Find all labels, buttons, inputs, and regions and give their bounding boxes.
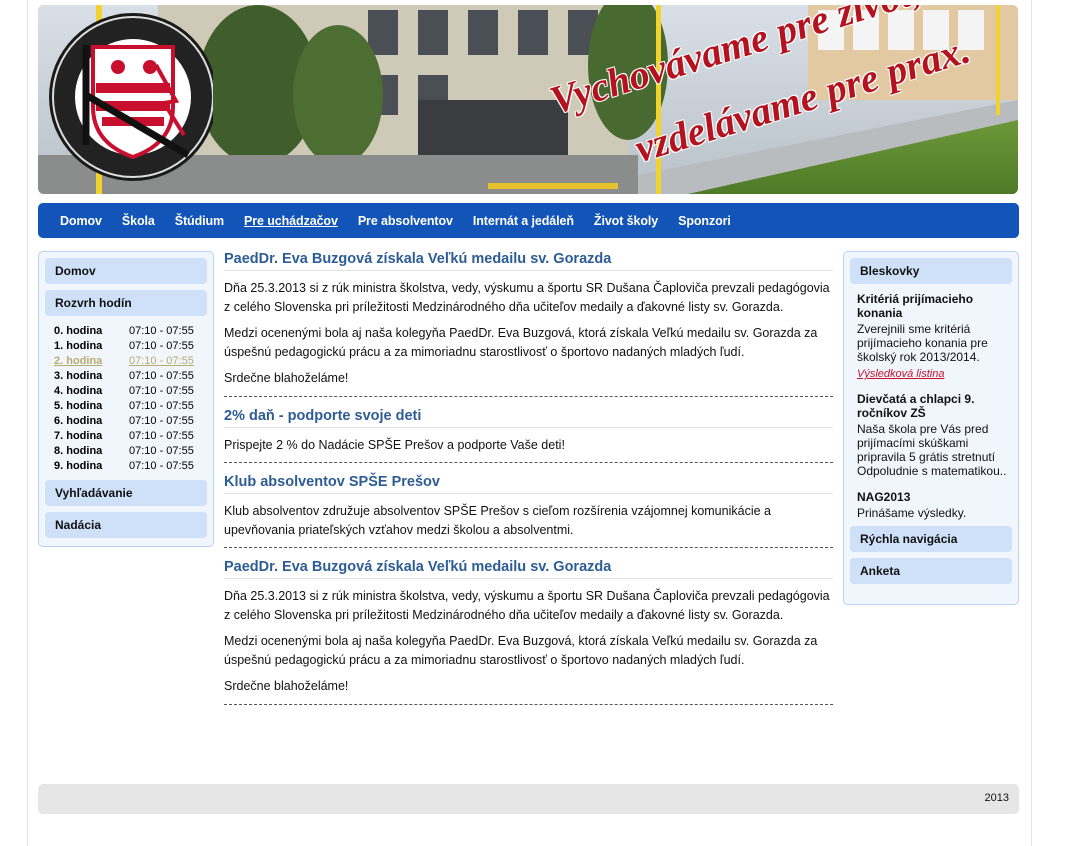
schedule-time: 07:10 - 07:55 (129, 460, 194, 472)
schedule-row: 8. hodina 07:10 - 07:55 (54, 444, 213, 459)
article-paragraph: Srdečne blahoželáme! (224, 371, 349, 385)
article-paragraph: Dňa 25.3.2013 si z rúk ministra školstva… (224, 281, 830, 314)
schedule-row-current[interactable]: 2. hodina 07:10 - 07:55 (54, 354, 213, 369)
schedule-row: 3. hodina 07:10 - 07:55 (54, 369, 213, 384)
nav-item-studium[interactable]: Štúdium (175, 214, 224, 228)
schedule-row: 0. hodina 07:10 - 07:55 (54, 324, 213, 339)
schedule-time: 07:10 - 07:55 (129, 355, 194, 367)
news-item-title: NAG2013 (857, 490, 911, 504)
schedule-hour: 5. hodina (54, 400, 103, 412)
news-item-body: Prinášame výsledky. (857, 506, 967, 520)
news-item: Kritériá prijímacieho konania Zverejnili… (857, 292, 1010, 380)
header-banner: Vychovávame pre život, vzdelávame pre pr… (38, 5, 1018, 194)
school-logo-icon (49, 13, 213, 181)
article-title[interactable]: PaedDr. Eva Buzgová získala Veľkú medail… (224, 556, 833, 579)
schedule-hour: 2. hodina (54, 355, 103, 367)
schedule-hour: 7. hodina (54, 430, 103, 442)
article-paragraph: Klub absolventov združuje absolventov SP… (224, 504, 771, 537)
footer-year: 2013 (984, 792, 1009, 804)
article: 2% daň - podporte svoje deti Prispejte 2… (224, 405, 833, 463)
article-title[interactable]: Klub absolventov SPŠE Prešov (224, 471, 833, 494)
schedule-row: 4. hodina 07:10 - 07:55 (54, 384, 213, 399)
schedule-hour: 9. hodina (54, 460, 103, 472)
article-paragraph: Prispejte 2 % do Nadácie SPŠE Prešov a p… (224, 437, 565, 452)
schedule-time: 07:10 - 07:55 (129, 325, 194, 337)
schedule-hour: 1. hodina (54, 340, 103, 352)
schedule-time: 07:10 - 07:55 (129, 430, 194, 442)
schedule-row: 7. hodina 07:10 - 07:55 (54, 429, 213, 444)
footer: 2013 (38, 784, 1019, 814)
news-item-title: Dievčatá a chlapci 9. ročníkov ZŠ (857, 392, 975, 420)
article-paragraph: Dňa 25.3.2013 si z rúk ministra školstva… (224, 589, 830, 622)
news-item: NAG2013 Prinášame výsledky. (857, 490, 1010, 520)
schedule-row: 5. hodina 07:10 - 07:55 (54, 399, 213, 414)
main-content: PaedDr. Eva Buzgová získala Veľkú medail… (224, 248, 833, 713)
nav-item-internat[interactable]: Internát a jedáleň (473, 214, 574, 228)
schedule-row: 6. hodina 07:10 - 07:55 (54, 414, 213, 429)
news-item-body: Zverejnili sme kritériá prijímacieho kon… (857, 322, 988, 364)
left-sidebar: Domov Rozvrh hodín 0. hodina 07:10 - 07:5… (38, 251, 214, 547)
news-item-body: Naša škola pre Vás pred prijímacími skúš… (857, 422, 1007, 478)
news-item: Dievčatá a chlapci 9. ročníkov ZŠ Naša š… (857, 392, 1010, 478)
schedule-hour: 6. hodina (54, 415, 103, 427)
schedule-time: 07:10 - 07:55 (129, 385, 194, 397)
schedule-time: 07:10 - 07:55 (129, 370, 194, 382)
schedule-time: 07:10 - 07:55 (129, 340, 194, 352)
schedule-time: 07:10 - 07:55 (129, 415, 194, 427)
schedule-hour: 0. hodina (54, 325, 103, 337)
nav-item-zivot-skoly[interactable]: Život školy (594, 214, 658, 228)
schedule-hour: 4. hodina (54, 385, 103, 397)
schedule-row: 1. hodina 07:10 - 07:55 (54, 339, 213, 354)
schedule-time: 07:10 - 07:55 (129, 400, 194, 412)
main-navigation: Domov Škola Štúdium Pre uchádzačov Pre a… (38, 203, 1019, 238)
article-paragraph: Medzi ocenenými bola aj naša kolegyňa Pa… (224, 634, 818, 667)
schedule-row: 9. hodina 07:10 - 07:55 (54, 459, 213, 474)
quick-navigation-button[interactable]: Rýchla navigácia (850, 526, 1012, 552)
schedule-list: 0. hodina 07:10 - 07:55 1. hodina 07:10 - … (54, 324, 213, 474)
article-paragraph: Medzi ocenenými bola aj naša kolegyňa Pa… (224, 326, 818, 359)
results-link[interactable]: Výsledková listina (857, 368, 1010, 380)
nav-item-pre-absolventov[interactable]: Pre absolventov (358, 214, 453, 228)
foundation-section-button[interactable]: Nadácia (45, 512, 207, 538)
article: Klub absolventov SPŠE Prešov Klub absolv… (224, 471, 833, 548)
nav-item-pre-uchadzacov[interactable]: Pre uchádzačov (244, 214, 338, 228)
article-title[interactable]: PaedDr. Eva Buzgová získala Veľkú medail… (224, 248, 833, 271)
sidebar-home-button[interactable]: Domov (45, 258, 207, 284)
schedule-time: 07:10 - 07:55 (129, 445, 194, 457)
nav-item-sponzori[interactable]: Sponzori (678, 214, 731, 228)
poll-button[interactable]: Anketa (850, 558, 1012, 584)
nav-item-domov[interactable]: Domov (60, 214, 102, 228)
right-sidebar: Bleskovky Kritériá prijímacieho konania … (843, 251, 1019, 605)
schedule-hour: 3. hodina (54, 370, 103, 382)
search-section-button[interactable]: Vyhľadávanie (45, 480, 207, 506)
schedule-header[interactable]: Rozvrh hodín (45, 290, 207, 316)
article-title[interactable]: 2% daň - podporte svoje deti (224, 405, 833, 428)
news-header[interactable]: Bleskovky (850, 258, 1012, 284)
schedule-hour: 8. hodina (54, 445, 103, 457)
news-list: Kritériá prijímacieho konania Zverejnili… (844, 284, 1018, 520)
article: PaedDr. Eva Buzgová získala Veľkú medail… (224, 248, 833, 397)
nav-item-skola[interactable]: Škola (122, 214, 155, 228)
news-item-title: Kritériá prijímacieho konania (857, 292, 974, 320)
article: PaedDr. Eva Buzgová získala Veľkú medail… (224, 556, 833, 705)
article-paragraph: Srdečne blahoželáme! (224, 679, 349, 693)
